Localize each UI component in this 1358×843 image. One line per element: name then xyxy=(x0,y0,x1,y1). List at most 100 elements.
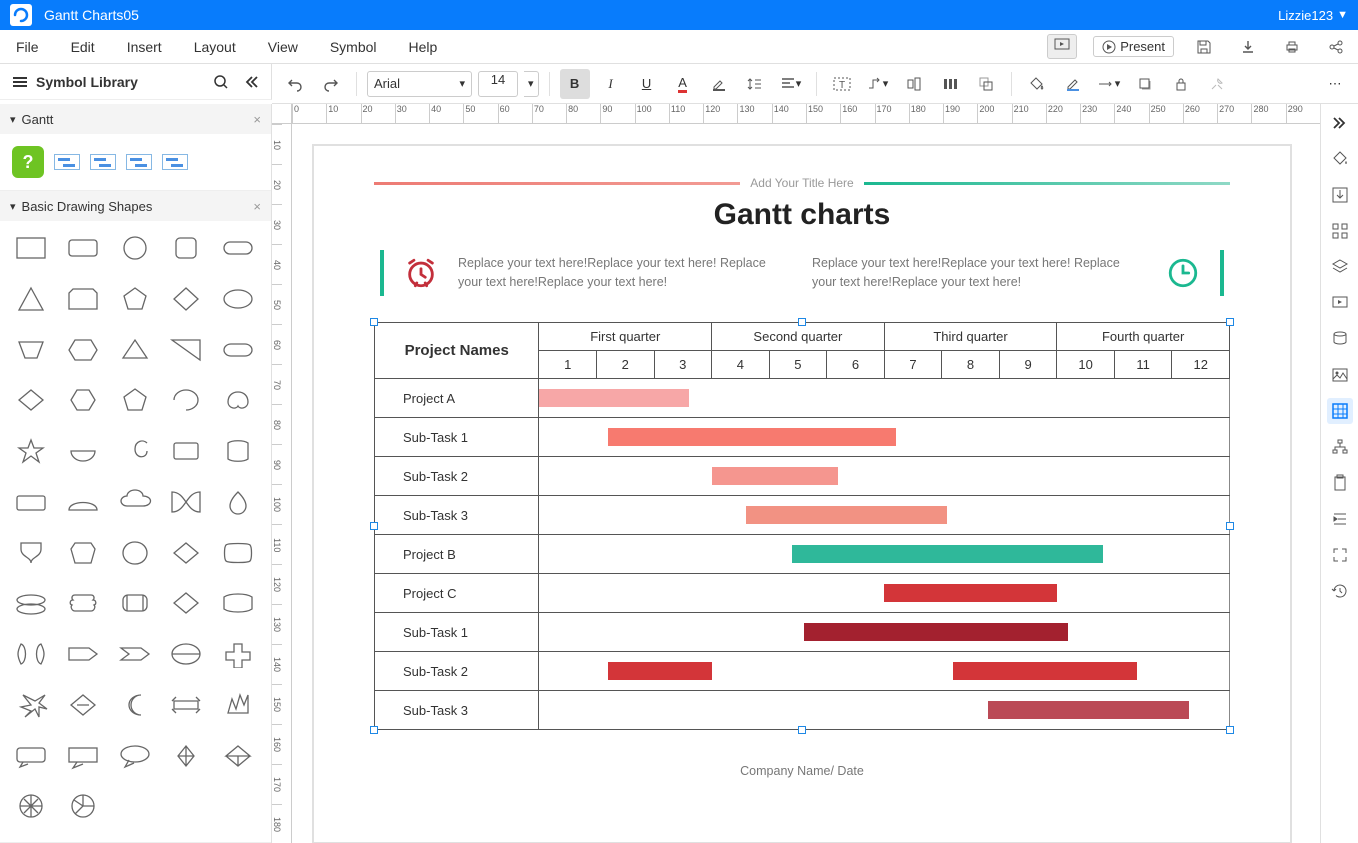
menu-help[interactable]: Help xyxy=(401,35,446,59)
align-button[interactable]: ▾ xyxy=(776,69,806,99)
shape-item[interactable] xyxy=(217,282,259,316)
undo-button[interactable] xyxy=(280,69,310,99)
shape-item[interactable] xyxy=(114,282,156,316)
shape-item[interactable] xyxy=(114,383,156,417)
canvas-area[interactable]: 0102030405060708090100110120130140150160… xyxy=(272,104,1320,843)
group-button[interactable] xyxy=(971,69,1001,99)
layers-icon[interactable] xyxy=(1327,254,1353,280)
section-shapes-header[interactable]: ▾ Basic Drawing Shapes × xyxy=(0,191,271,221)
more-button[interactable]: ⋯ xyxy=(1320,69,1350,99)
distribute-button[interactable] xyxy=(935,69,965,99)
font-size-combo[interactable]: 14 xyxy=(478,71,518,97)
shape-item[interactable] xyxy=(114,536,156,570)
shape-item[interactable] xyxy=(165,333,207,367)
fill-button[interactable] xyxy=(1022,69,1052,99)
shape-item[interactable] xyxy=(10,383,52,417)
shape-item[interactable] xyxy=(165,586,207,620)
save-icon[interactable] xyxy=(1190,33,1218,61)
print-icon[interactable] xyxy=(1278,33,1306,61)
shape-item[interactable] xyxy=(10,586,52,620)
shape-item[interactable] xyxy=(114,586,156,620)
section-gantt-header[interactable]: ▾ Gantt × xyxy=(0,104,271,134)
shape-item[interactable] xyxy=(217,333,259,367)
shape-item[interactable] xyxy=(62,688,104,722)
clipboard-icon[interactable] xyxy=(1327,470,1353,496)
text-box-button[interactable]: T xyxy=(827,69,857,99)
indent-icon[interactable] xyxy=(1327,506,1353,532)
shape-item[interactable] xyxy=(217,637,259,671)
doc-title[interactable]: Gantt charts xyxy=(374,198,1230,232)
shadow-button[interactable] xyxy=(1130,69,1160,99)
line-style-button[interactable]: ▾ xyxy=(1094,69,1124,99)
shape-item[interactable] xyxy=(62,586,104,620)
underline-button[interactable]: U xyxy=(632,69,662,99)
shape-item[interactable] xyxy=(114,688,156,722)
gantt-shape-3[interactable] xyxy=(126,154,152,170)
shape-item[interactable] xyxy=(10,231,52,265)
help-icon[interactable]: ? xyxy=(12,146,44,178)
shape-item[interactable] xyxy=(217,586,259,620)
line-color-button[interactable] xyxy=(1058,69,1088,99)
shape-item[interactable] xyxy=(217,231,259,265)
shape-item[interactable] xyxy=(10,485,52,519)
table-icon[interactable] xyxy=(1327,398,1353,424)
components-icon[interactable] xyxy=(1327,218,1353,244)
shape-item[interactable] xyxy=(10,536,52,570)
shape-item[interactable] xyxy=(62,536,104,570)
shape-item[interactable] xyxy=(165,383,207,417)
gantt-shape-2[interactable] xyxy=(90,154,116,170)
menu-edit[interactable]: Edit xyxy=(63,35,103,59)
gantt-shape-4[interactable] xyxy=(162,154,188,170)
shape-item[interactable] xyxy=(10,282,52,316)
connector-button[interactable]: ▾ xyxy=(863,69,893,99)
highlight-button[interactable] xyxy=(704,69,734,99)
gantt-shape-1[interactable] xyxy=(54,154,80,170)
shape-item[interactable] xyxy=(10,789,52,823)
align-objects-button[interactable] xyxy=(899,69,929,99)
shape-item[interactable] xyxy=(10,333,52,367)
font-family-combo[interactable]: Arial▾ xyxy=(367,71,472,97)
menu-symbol[interactable]: Symbol xyxy=(322,35,385,59)
shape-item[interactable] xyxy=(165,536,207,570)
gantt-table[interactable]: Project NamesFirst quarterSecond quarter… xyxy=(374,322,1230,730)
sitemap-icon[interactable] xyxy=(1327,434,1353,460)
shape-item[interactable] xyxy=(165,434,207,468)
shape-item[interactable] xyxy=(114,333,156,367)
shape-item[interactable] xyxy=(114,231,156,265)
shape-item[interactable] xyxy=(165,739,207,773)
shape-item[interactable] xyxy=(62,333,104,367)
shape-item[interactable] xyxy=(62,637,104,671)
close-icon[interactable]: × xyxy=(253,112,261,127)
shape-item[interactable] xyxy=(165,282,207,316)
present-button[interactable]: Present xyxy=(1093,36,1174,57)
presentation-icon[interactable] xyxy=(1327,290,1353,316)
download-icon[interactable] xyxy=(1234,33,1262,61)
expand-right-icon[interactable] xyxy=(1327,110,1353,136)
menu-insert[interactable]: Insert xyxy=(119,35,170,59)
document-page[interactable]: Add Your Title Here Gantt charts Replace… xyxy=(312,144,1292,843)
shape-item[interactable] xyxy=(10,434,52,468)
shape-item[interactable] xyxy=(62,739,104,773)
gantt-chart[interactable]: Project NamesFirst quarterSecond quarter… xyxy=(374,322,1230,730)
menu-layout[interactable]: Layout xyxy=(186,35,244,59)
tools-button[interactable] xyxy=(1202,69,1232,99)
shape-item[interactable] xyxy=(217,536,259,570)
user-menu[interactable]: Lizzie123 ▼ xyxy=(1278,8,1348,23)
shape-item[interactable] xyxy=(114,485,156,519)
font-size-dropdown[interactable]: ▾ xyxy=(524,71,539,97)
search-icon[interactable] xyxy=(213,74,229,90)
shape-item[interactable] xyxy=(62,485,104,519)
menu-view[interactable]: View xyxy=(260,35,306,59)
shape-item[interactable] xyxy=(217,434,259,468)
shape-item[interactable] xyxy=(165,485,207,519)
theme-icon[interactable] xyxy=(1327,146,1353,172)
shape-item[interactable] xyxy=(114,434,156,468)
shape-item[interactable] xyxy=(62,231,104,265)
intro-text-right[interactable]: Replace your text here!Replace your text… xyxy=(812,254,1146,292)
doc-subtitle[interactable]: Add Your Title Here xyxy=(750,176,853,190)
shape-item[interactable] xyxy=(62,789,104,823)
shape-item[interactable] xyxy=(165,231,207,265)
shape-item[interactable] xyxy=(165,688,207,722)
image-icon[interactable] xyxy=(1327,362,1353,388)
shape-item[interactable] xyxy=(10,637,52,671)
